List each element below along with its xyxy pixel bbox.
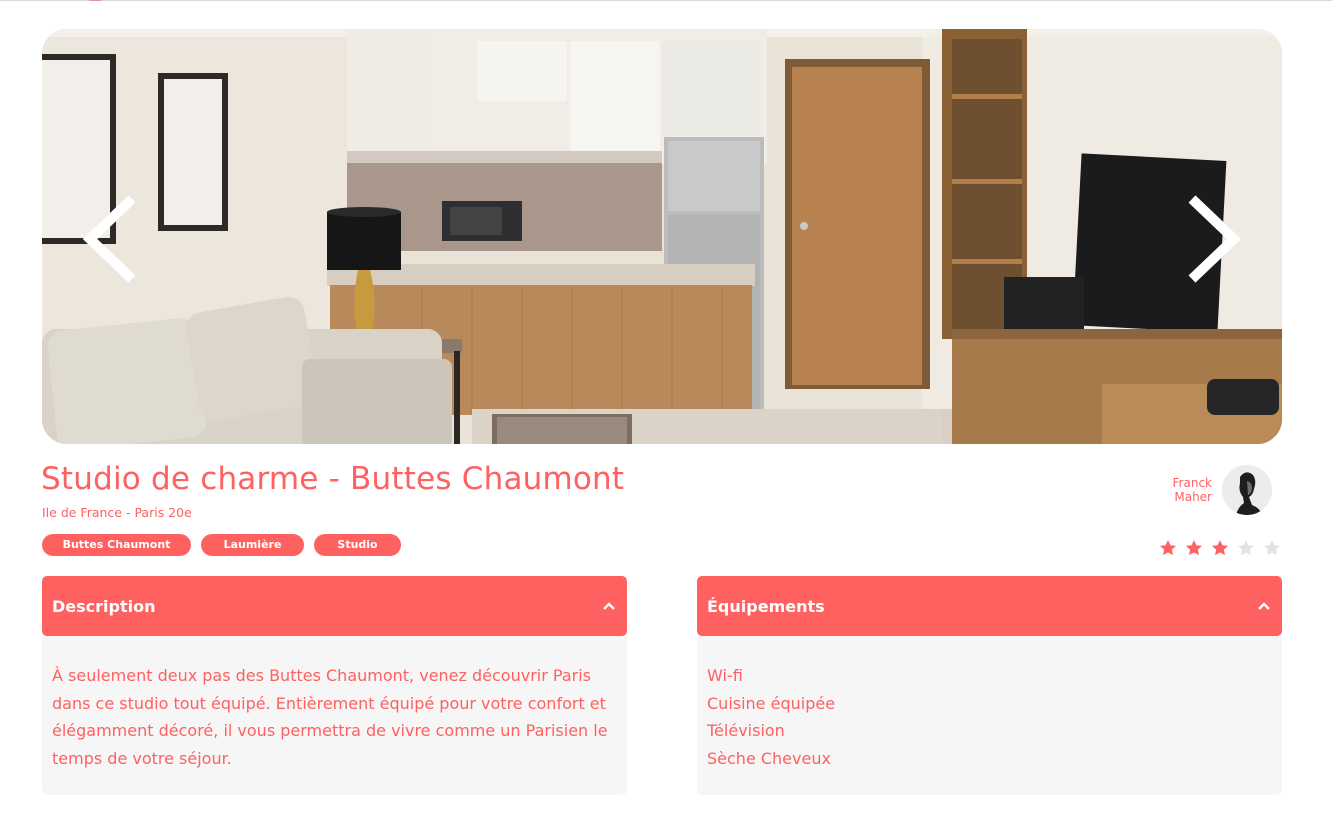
chevron-right-icon [1188, 195, 1242, 283]
chevron-left-icon [82, 195, 136, 283]
apartment-photo [42, 29, 1282, 444]
equipments-collapse-header[interactable]: Équipements [697, 576, 1282, 636]
equipment-item: Wi-fi [707, 666, 743, 685]
equipment-item: Cuisine équipée [707, 693, 836, 713]
tag-badge: Buttes Chaumont [42, 534, 191, 556]
star-empty-icon [1264, 540, 1280, 556]
host-portrait-icon [1222, 465, 1272, 515]
star-filled-icon [1186, 540, 1202, 556]
chevron-up-icon [1258, 602, 1270, 610]
equipments-title: Équipements [707, 596, 825, 616]
star-filled-icon [1212, 540, 1228, 556]
carousel-next-button[interactable] [1172, 194, 1252, 284]
host-avatar [1222, 465, 1272, 515]
description-text: À seulement deux pas des Buttes Chaumont… [52, 666, 608, 768]
equipments-collapse: Équipements Wi-fi Cuisine équipée Télévi… [697, 576, 1282, 795]
tag-badge: Studio [314, 534, 401, 556]
host-first-name: Franck [1172, 476, 1212, 490]
listing-title: Studio de charme - Buttes Chaumont [41, 461, 625, 497]
top-divider [0, 0, 1332, 1]
listing-location: Ile de France - Paris 20e [42, 505, 192, 520]
tag-badge: Laumière [201, 534, 304, 556]
host-info: Franck Maher [1173, 465, 1272, 515]
description-collapse: Description À seulement deux pas des But… [42, 576, 627, 795]
equipment-list: Wi-fi Cuisine équipée Télévision Sèche C… [707, 662, 1272, 772]
equipment-item: Télévision [707, 721, 785, 740]
carousel-prev-button[interactable] [72, 194, 152, 284]
equipments-collapse-body: Wi-fi Cuisine équipée Télévision Sèche C… [697, 636, 1282, 795]
host-last-name: Maher [1174, 490, 1212, 504]
equipment-item: Sèche Cheveux [707, 748, 831, 768]
chevron-up-icon [603, 602, 615, 610]
description-collapse-body: À seulement deux pas des Buttes Chaumont… [42, 636, 627, 795]
photo-carousel [42, 29, 1282, 444]
star-empty-icon [1238, 540, 1254, 556]
star-filled-icon [1160, 540, 1176, 556]
host-name: Franck Maher [1173, 476, 1212, 504]
tag-list: Buttes Chaumont Laumière Studio [42, 534, 401, 556]
rating-stars [1158, 538, 1282, 558]
description-title: Description [52, 596, 156, 616]
description-collapse-header[interactable]: Description [42, 576, 627, 636]
